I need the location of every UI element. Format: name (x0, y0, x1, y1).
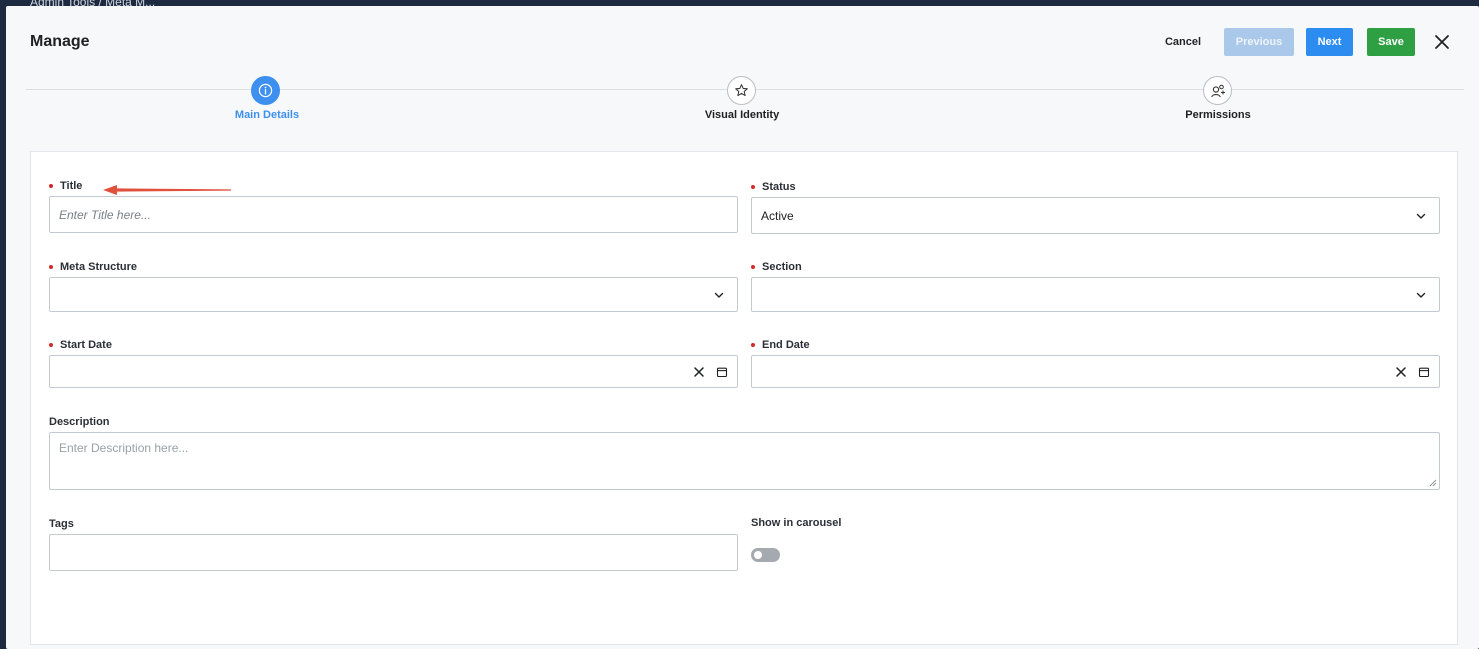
chevron-down-icon (714, 292, 724, 298)
meta-structure-select[interactable] (49, 277, 738, 312)
status-value: Active (761, 208, 794, 223)
step-main-details-label[interactable]: Main Details (167, 109, 367, 121)
step-permissions-label[interactable]: Permissions (1118, 109, 1318, 121)
step-visual-identity-indicator[interactable] (727, 76, 756, 105)
title-input[interactable]: Enter Title here... (49, 196, 738, 233)
info-icon (258, 83, 273, 98)
start-date-picker[interactable] (49, 355, 738, 388)
chevron-down-icon (1416, 213, 1426, 219)
meta-structure-label: Meta Structure (49, 261, 137, 273)
modal-title: Manage (30, 33, 90, 50)
required-indicator (49, 184, 53, 188)
cancel-button[interactable]: Cancel (1154, 28, 1212, 56)
title-label: Title (49, 180, 82, 192)
required-indicator (751, 265, 755, 269)
calendar-icon[interactable] (716, 366, 728, 378)
required-indicator (751, 343, 755, 347)
next-button[interactable]: Next (1306, 28, 1353, 56)
status-select[interactable]: Active (751, 197, 1440, 234)
required-indicator (49, 265, 53, 269)
annotation-arrow (103, 185, 231, 195)
description-label: Description (49, 416, 110, 428)
chevron-down-icon (1416, 292, 1426, 298)
end-date-picker[interactable] (751, 355, 1440, 388)
step-visual-identity-label[interactable]: Visual Identity (642, 109, 842, 121)
description-textarea[interactable]: Enter Description here... (49, 432, 1440, 490)
end-date-label: End Date (751, 339, 810, 351)
step-permissions-indicator[interactable] (1203, 76, 1232, 105)
previous-button[interactable]: Previous (1224, 28, 1294, 56)
required-indicator (751, 185, 755, 189)
required-indicator (49, 343, 53, 347)
main-details-form: Title Enter Title here... Status Active … (30, 151, 1458, 645)
manage-modal: Manage Cancel Previous Next Save Main De… (6, 6, 1479, 649)
save-button[interactable]: Save (1367, 28, 1415, 56)
step-main-details-indicator[interactable] (251, 76, 280, 105)
tags-input[interactable] (49, 534, 738, 571)
calendar-icon[interactable] (1418, 366, 1430, 378)
section-label: Section (751, 261, 802, 273)
toggle-knob (754, 551, 762, 559)
modal-header: Manage Cancel Previous Next Save (6, 6, 1479, 66)
close-icon[interactable] (1432, 32, 1452, 52)
tags-label: Tags (49, 518, 74, 530)
clear-date-icon[interactable] (693, 366, 705, 378)
section-select[interactable] (751, 277, 1440, 312)
user-permissions-icon (1210, 84, 1225, 97)
start-date-label: Start Date (49, 339, 112, 351)
show-in-carousel-label: Show in carousel (751, 517, 842, 529)
star-icon (735, 84, 748, 97)
status-label: Status (751, 181, 796, 193)
clear-date-icon[interactable] (1395, 366, 1407, 378)
show-in-carousel-toggle[interactable] (751, 548, 780, 562)
resize-handle-icon[interactable] (1429, 479, 1437, 487)
